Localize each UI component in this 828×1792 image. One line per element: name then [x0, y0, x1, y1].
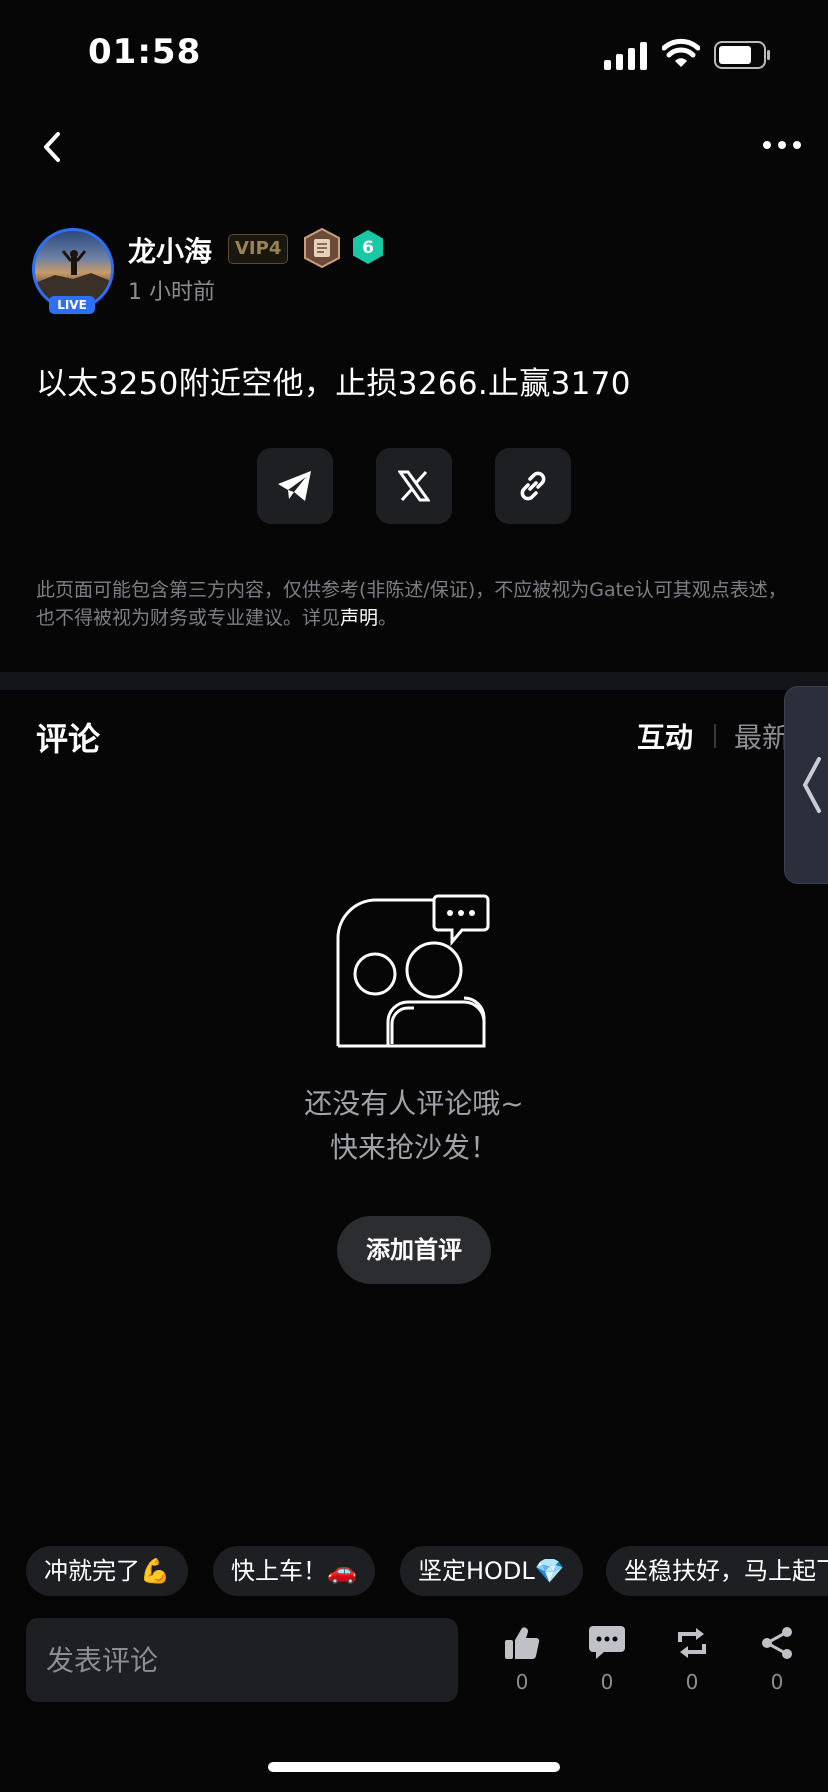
quick-reply-chip[interactable]: 坐稳扶好，马上起飞 [606, 1546, 828, 1596]
thumbs-up-icon [505, 1627, 540, 1660]
live-badge: LIVE [49, 296, 95, 314]
like-count: 0 [515, 1670, 529, 1694]
comments-title: 评论 [36, 720, 101, 758]
level-number: 6 [362, 238, 374, 258]
scroll-medal-icon [304, 228, 340, 268]
back-chevron-icon[interactable] [38, 126, 66, 168]
empty-state-line2: 快来抢沙发！ [329, 1131, 498, 1164]
cellular-signal-icon [604, 42, 647, 70]
post-time: 1 小时前 [128, 280, 215, 305]
comment-count: 0 [600, 1670, 614, 1694]
share-x-button[interactable] [376, 448, 452, 524]
tab-latest[interactable]: 最新 [734, 716, 790, 756]
disclaimer: 此页面可能包含第三方内容，仅供参考(非陈述/保证)，不应被视为Gate认可其观点… [36, 576, 796, 632]
status-time: 01:58 [88, 32, 202, 72]
comment-bubble-icon [589, 1626, 625, 1659]
like-button[interactable]: 0 [492, 1626, 552, 1694]
level-badge-icon: 6 [353, 230, 383, 264]
vip-badge: VIP4 [228, 234, 289, 264]
disclaimer-end: 。 [378, 607, 398, 629]
battery-icon [714, 41, 770, 69]
disclaimer-text: 此页面可能包含第三方内容，仅供参考(非陈述/保证)，不应被视为Gate认可其观点… [36, 579, 787, 629]
side-panel-handle[interactable] [784, 686, 828, 884]
x-icon [398, 470, 430, 502]
author-avatar[interactable]: LIVE [32, 228, 114, 314]
quick-reply-chip[interactable]: 快上车！🚗 [213, 1546, 375, 1596]
quick-reply-chip[interactable]: 坚定HODL💎 [400, 1546, 583, 1596]
empty-comments-icon [336, 894, 490, 1048]
quick-reply-chip[interactable]: 冲就完了💪 [26, 1546, 188, 1596]
tab-interactive[interactable]: 互动 [637, 716, 693, 756]
more-options-icon[interactable] [762, 138, 802, 152]
repost-icon [678, 1628, 706, 1658]
share-count: 0 [770, 1670, 784, 1694]
repost-count: 0 [685, 1670, 699, 1694]
empty-state-line1: 还没有人评论哦~ [304, 1087, 524, 1120]
copy-link-button[interactable] [495, 448, 571, 524]
add-first-comment-button[interactable]: 添加首评 [337, 1216, 491, 1284]
disclaimer-link[interactable]: 声明 [340, 607, 378, 629]
wifi-icon [662, 38, 700, 67]
link-icon [520, 471, 546, 501]
section-divider [0, 672, 828, 690]
share-button[interactable]: 0 [747, 1626, 807, 1694]
tab-separator [714, 724, 716, 748]
post-content: 以太3250附近空他，止损3266.止赢3170 [36, 366, 631, 402]
chevron-left-icon [802, 757, 821, 813]
telegram-icon [278, 471, 311, 501]
share-telegram-button[interactable] [257, 448, 333, 524]
comment-button[interactable]: 0 [577, 1626, 637, 1694]
comment-input[interactable] [26, 1618, 458, 1702]
home-indicator[interactable] [268, 1762, 560, 1772]
repost-button[interactable]: 0 [662, 1626, 722, 1694]
author-name[interactable]: 龙小海 [128, 230, 212, 270]
share-icon [762, 1627, 792, 1659]
